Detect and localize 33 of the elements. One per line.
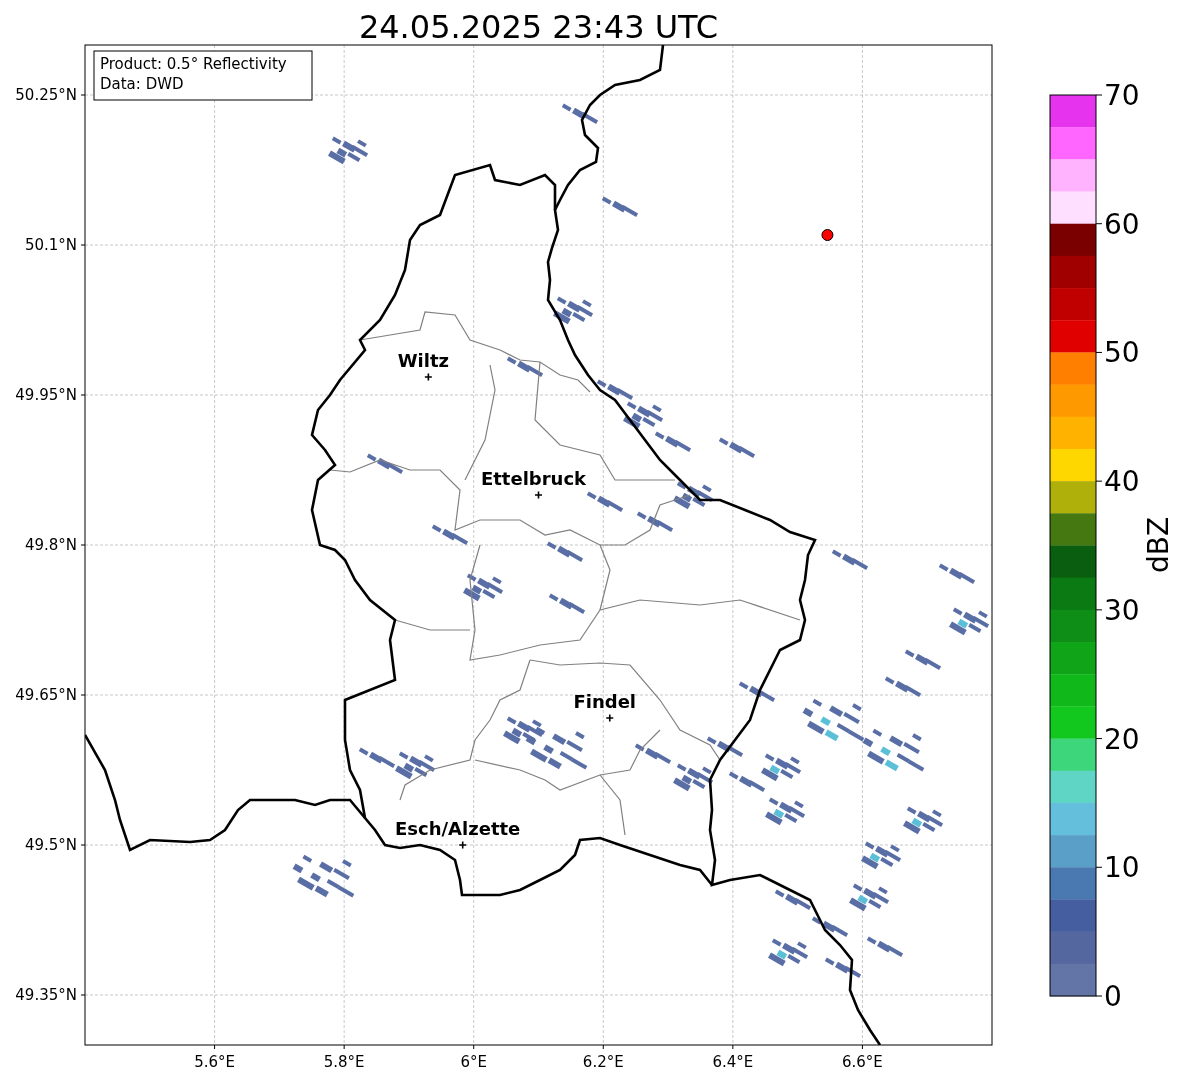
axis-tick-label: 6°E bbox=[460, 1053, 487, 1071]
city-label: Esch/Alzette bbox=[395, 818, 521, 839]
colorbar-tick-label: 20 bbox=[1104, 722, 1140, 756]
axis-tick-label: 50.1°N bbox=[24, 236, 77, 254]
city-label: Wiltz bbox=[397, 350, 449, 371]
colorbar-tick-label: 10 bbox=[1104, 851, 1140, 885]
city-label: Ettelbruck bbox=[480, 468, 587, 489]
axis-tick-label: 5.8°E bbox=[323, 1053, 365, 1071]
colorbar-tick-label: 0 bbox=[1104, 980, 1122, 1013]
chart-title: 24.05.2025 23:43 UTC bbox=[358, 8, 719, 46]
city-marker-icon bbox=[605, 713, 615, 723]
colorbar-tick-label: 50 bbox=[1104, 336, 1140, 370]
info-text: Product: 0.5° Reflectivity bbox=[100, 55, 287, 73]
axis-tick-label: 49.8°N bbox=[24, 536, 77, 554]
axis-tick-label: 49.35°N bbox=[15, 986, 77, 1004]
axis-tick-label: 49.65°N bbox=[15, 686, 77, 704]
colorbar-tick-label: 70 bbox=[1104, 79, 1140, 112]
colorbar-tick-label: 30 bbox=[1104, 593, 1140, 627]
axis-tick-label: 5.6°E bbox=[194, 1053, 235, 1071]
city-marker-icon bbox=[424, 372, 433, 382]
city-label: Findel bbox=[573, 691, 637, 712]
colorbar-tick-label: 40 bbox=[1104, 465, 1140, 499]
info-text: Data: DWD bbox=[100, 75, 184, 93]
city-marker-icon bbox=[458, 840, 467, 850]
colorbar-tick-label: 60 bbox=[1104, 207, 1140, 241]
axis-tick-label: 50.25°N bbox=[15, 86, 77, 104]
axis-tick-label: 49.95°N bbox=[15, 386, 77, 404]
city-marker-icon bbox=[534, 490, 543, 500]
axis-tick-label: 6.6°E bbox=[842, 1053, 883, 1071]
axis-tick-label: 49.5°N bbox=[24, 836, 77, 854]
axis-tick-label: 6.4°E bbox=[712, 1053, 754, 1071]
axis-tick-label: 6.2°E bbox=[582, 1053, 624, 1071]
colorbar-label: dBZ bbox=[1142, 516, 1175, 574]
